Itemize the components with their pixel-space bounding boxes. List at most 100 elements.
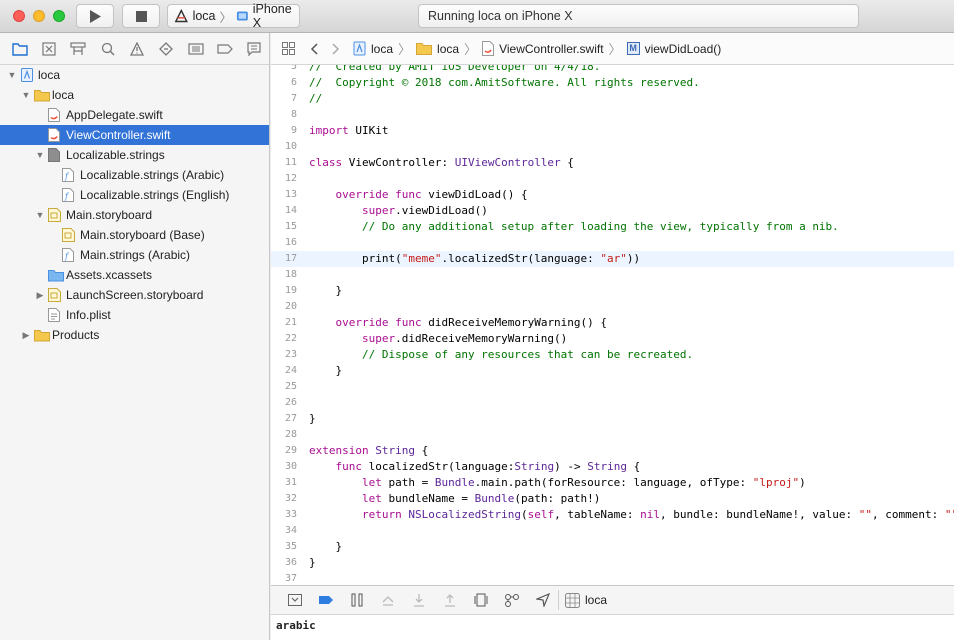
code-line[interactable]: 23 // Dispose of any resources that can … <box>271 347 954 363</box>
file-tree-row[interactable]: ▼ Main.storyboard <box>0 205 269 225</box>
disclosure-open-icon[interactable]: ▼ <box>6 65 18 85</box>
jumpbar-method[interactable]: M viewDidLoad() <box>626 42 721 56</box>
file-tree-row[interactable]: ▼ Localizable.strings <box>0 145 269 165</box>
tab-breakpoint-navigator[interactable] <box>210 38 239 60</box>
zoom-window-button[interactable] <box>53 10 65 22</box>
run-button[interactable] <box>76 4 114 28</box>
code-line[interactable]: 33 return NSLocalizedString(self, tableN… <box>271 507 954 523</box>
file-tree-row[interactable]: f Localizable.strings (English) <box>0 185 269 205</box>
line-number[interactable]: 22 <box>271 331 297 347</box>
line-number[interactable]: 37 <box>271 571 297 585</box>
code-line[interactable]: 31 let path = Bundle.main.path(forResour… <box>271 475 954 491</box>
code-line[interactable]: 14 super.viewDidLoad() <box>271 203 954 219</box>
file-tree-row[interactable]: ▶ Products <box>0 325 269 345</box>
code-line[interactable]: 9 import UIKit <box>271 123 954 139</box>
code-line[interactable]: 5 // Created by AMIT iOS Developer on 4/4… <box>271 65 954 75</box>
related-items-button[interactable] <box>273 38 303 60</box>
code-line[interactable]: 10 <box>271 139 954 155</box>
minimize-window-button[interactable] <box>33 10 45 22</box>
view-hierarchy-button[interactable] <box>465 590 496 610</box>
file-tree-row[interactable]: ▼ loca <box>0 65 269 85</box>
file-tree-row[interactable]: Main.storyboard (Base) <box>0 225 269 245</box>
jumpbar-group[interactable]: loca <box>416 42 459 56</box>
forward-button[interactable] <box>325 38 347 60</box>
close-window-button[interactable] <box>13 10 25 22</box>
code-line[interactable]: 19 } <box>271 283 954 299</box>
line-number[interactable]: 12 <box>271 171 297 187</box>
code-line[interactable]: 15 // Do any additional setup after load… <box>271 219 954 235</box>
code-line[interactable]: 28 <box>271 427 954 443</box>
step-into-button[interactable] <box>403 590 434 610</box>
line-number[interactable]: 26 <box>271 395 297 411</box>
line-number[interactable]: 24 <box>271 363 297 379</box>
line-number[interactable]: 27 <box>271 411 297 427</box>
step-over-button[interactable] <box>372 590 403 610</box>
line-number[interactable]: 31 <box>271 475 297 491</box>
code-line[interactable]: 6 // Copyright © 2018 com.AmitSoftware. A… <box>271 75 954 91</box>
jumpbar-file[interactable]: ViewController.swift <box>482 41 604 56</box>
code-line[interactable]: 21 override func didReceiveMemoryWarning… <box>271 315 954 331</box>
code-line[interactable]: 11 class ViewController: UIViewController… <box>271 155 954 171</box>
code-line[interactable]: 34 <box>271 523 954 539</box>
line-number[interactable]: 8 <box>271 107 297 123</box>
stop-button[interactable] <box>122 4 160 28</box>
tab-project-navigator[interactable] <box>5 38 34 60</box>
file-tree-row[interactable]: f Main.strings (Arabic) <box>0 245 269 265</box>
file-tree-row[interactable]: Info.plist <box>0 305 269 325</box>
disclosure-open-icon[interactable]: ▼ <box>20 85 32 105</box>
line-number[interactable]: 6 <box>271 75 297 91</box>
line-number[interactable]: 20 <box>271 299 297 315</box>
code-line[interactable]: 20 <box>271 299 954 315</box>
line-number[interactable]: 19 <box>271 283 297 299</box>
tab-find-navigator[interactable] <box>93 38 122 60</box>
line-number[interactable]: 36 <box>271 555 297 571</box>
tab-symbol-navigator[interactable] <box>64 38 93 60</box>
line-number[interactable]: 33 <box>271 507 297 523</box>
file-tree-row[interactable]: ViewController.swift <box>0 125 269 145</box>
file-tree-row[interactable]: ▶ LaunchScreen.storyboard <box>0 285 269 305</box>
line-number[interactable]: 28 <box>271 427 297 443</box>
tab-debug-navigator[interactable] <box>181 38 210 60</box>
code-line[interactable]: 26 <box>271 395 954 411</box>
back-button[interactable] <box>303 38 325 60</box>
file-tree-row[interactable]: f Localizable.strings (Arabic) <box>0 165 269 185</box>
line-number[interactable]: 29 <box>271 443 297 459</box>
scheme-selector[interactable]: loca 〉 iPhone X <box>167 2 300 30</box>
file-tree-row[interactable]: ▼ loca <box>0 85 269 105</box>
hide-debug-area-button[interactable] <box>279 590 310 610</box>
line-number[interactable]: 23 <box>271 347 297 363</box>
line-number[interactable]: 16 <box>271 235 297 251</box>
code-line[interactable]: 29 extension String { <box>271 443 954 459</box>
code-line[interactable]: 13 override func viewDidLoad() { <box>271 187 954 203</box>
code-line[interactable]: 30 func localizedStr(language:String) ->… <box>271 459 954 475</box>
disclosure-open-icon[interactable]: ▼ <box>34 205 46 225</box>
line-number[interactable]: 10 <box>271 139 297 155</box>
disclosure-closed-icon[interactable]: ▶ <box>20 325 32 345</box>
code-line[interactable]: 36} <box>271 555 954 571</box>
code-line[interactable]: 12 <box>271 171 954 187</box>
console-output[interactable]: arabic <box>271 615 954 640</box>
code-line[interactable]: 24 } <box>271 363 954 379</box>
line-number[interactable]: 35 <box>271 539 297 555</box>
disclosure-closed-icon[interactable]: ▶ <box>34 285 46 305</box>
tab-test-navigator[interactable] <box>152 38 181 60</box>
line-number[interactable]: 11 <box>271 155 297 171</box>
memory-graph-button[interactable] <box>496 590 527 610</box>
jumpbar-project[interactable]: loca <box>353 41 393 56</box>
process-selector[interactable]: loca <box>558 590 607 610</box>
code-line[interactable]: 22 super.didReceiveMemoryWarning() <box>271 331 954 347</box>
line-number[interactable]: 30 <box>271 459 297 475</box>
line-number[interactable]: 5 <box>271 65 297 75</box>
file-tree-row[interactable]: Assets.xcassets <box>0 265 269 285</box>
line-number[interactable]: 25 <box>271 379 297 395</box>
tab-source-control[interactable] <box>34 38 63 60</box>
line-number[interactable]: 9 <box>271 123 297 139</box>
code-line[interactable]: 27} <box>271 411 954 427</box>
disclosure-open-icon[interactable]: ▼ <box>34 145 46 165</box>
line-number[interactable]: 15 <box>271 219 297 235</box>
line-number[interactable]: 17 <box>271 251 297 267</box>
code-line[interactable]: 7 // <box>271 91 954 107</box>
line-number[interactable]: 7 <box>271 91 297 107</box>
line-number[interactable]: 32 <box>271 491 297 507</box>
code-line[interactable]: 17 print("meme".localizedStr(language: "… <box>271 251 954 267</box>
